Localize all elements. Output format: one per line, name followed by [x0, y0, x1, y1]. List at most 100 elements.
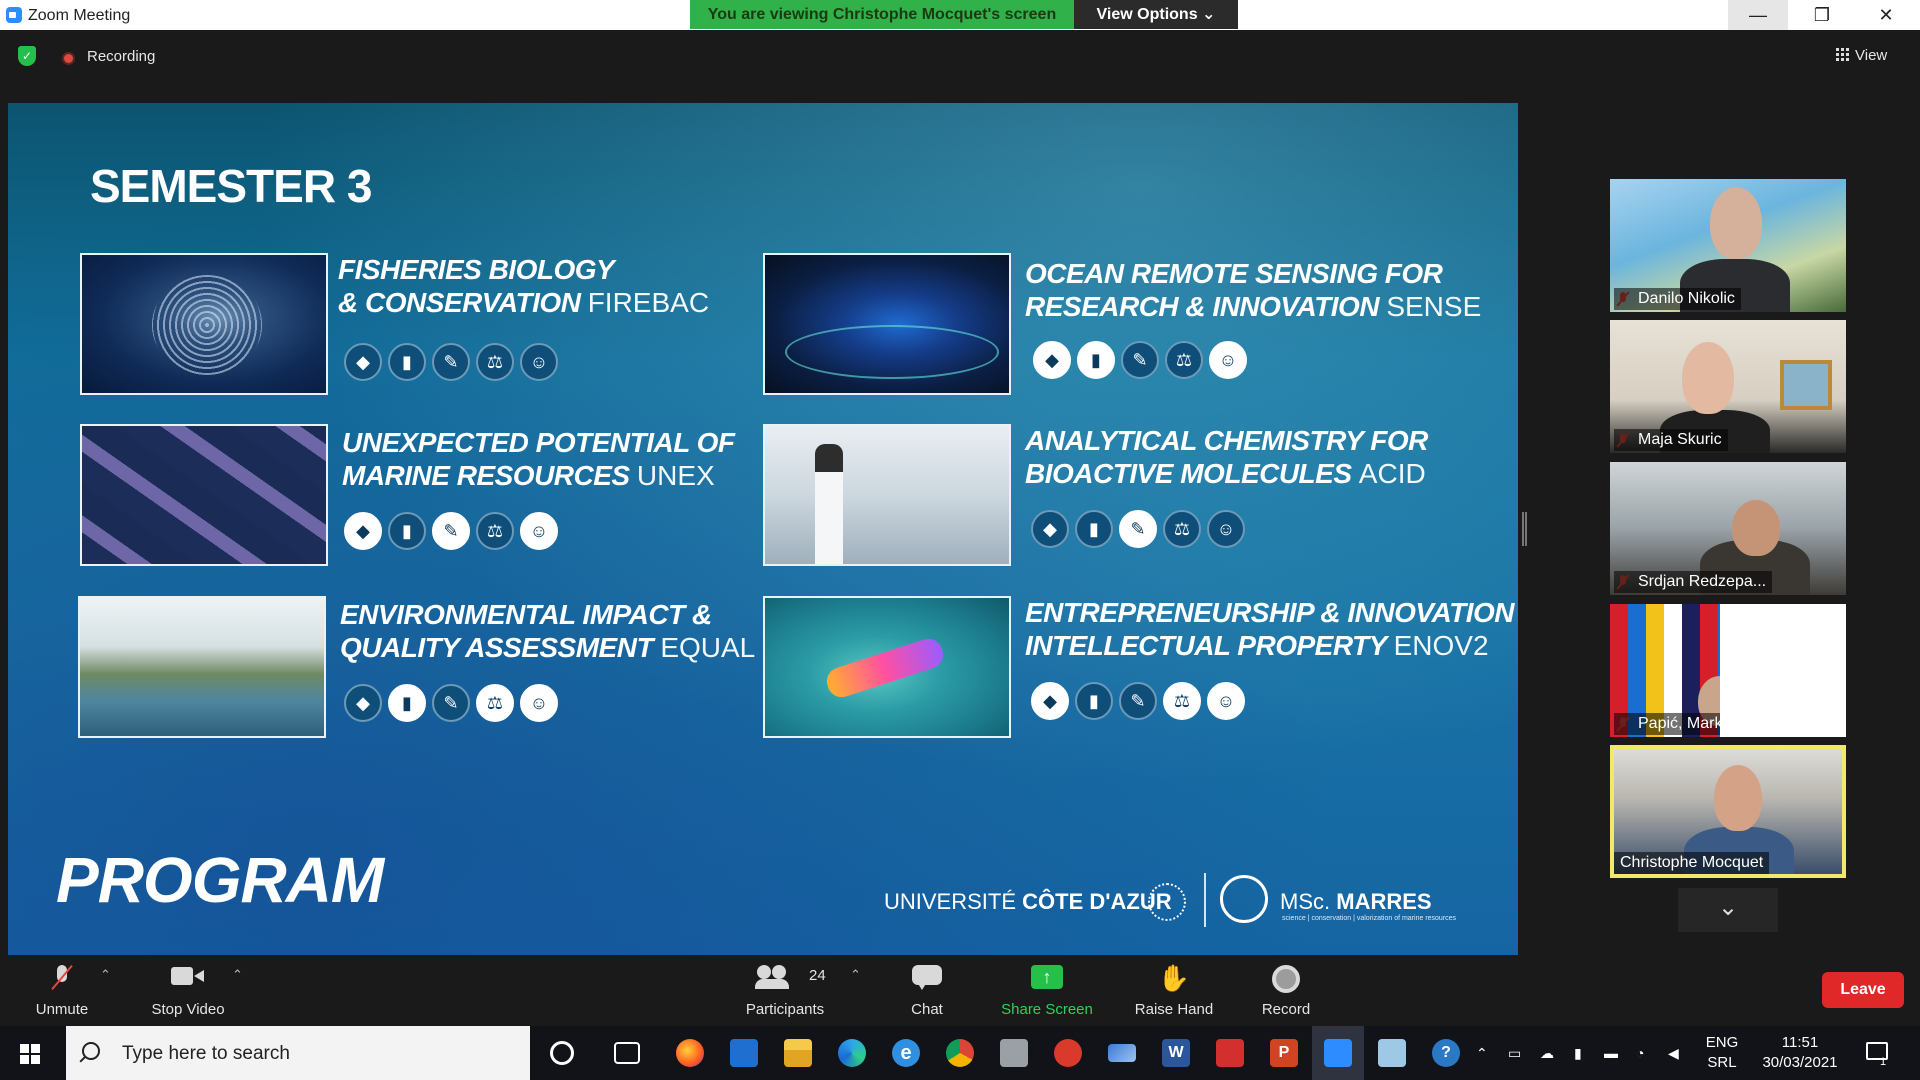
- video-options-chevron-icon[interactable]: ⌃: [232, 967, 243, 983]
- encryption-shield-icon[interactable]: ✓: [18, 46, 36, 66]
- view-options-button[interactable]: View Options ⌄: [1074, 0, 1238, 29]
- course-code: SENSE: [1386, 291, 1482, 322]
- video-camera-icon: [171, 965, 205, 985]
- firefox-icon[interactable]: [676, 1039, 704, 1067]
- shared-screen-slide: SEMESTER 3 FISHERIES BIOLOGY & CONSERVAT…: [8, 103, 1518, 955]
- microphone-muted-icon: [53, 965, 71, 991]
- gallery-scroll-down-icon[interactable]: ⌄: [1678, 888, 1778, 932]
- university-name: UNIVERSITÉ CÔTE D'AZUR: [884, 889, 1172, 914]
- restore-button[interactable]: ❐: [1792, 0, 1852, 30]
- chart-icon: ▮: [1075, 682, 1113, 720]
- window-title: Zoom Meeting: [28, 7, 131, 24]
- wifi-icon[interactable]: ◔: [1636, 1045, 1644, 1061]
- share-screen-button[interactable]: ↑ Share Screen: [992, 955, 1102, 1026]
- meeting-toolbar: Unmute ⌃ Stop Video ⌃ 24 Participants ⌃ …: [0, 955, 1920, 1026]
- clock[interactable]: 11:51 30/03/2021: [1752, 1033, 1848, 1073]
- fish-icon: ◆: [344, 684, 382, 722]
- raise-hand-button[interactable]: ✋ Raise Hand: [1126, 955, 1222, 1026]
- course-title: FISHERIES BIOLOGY & CONSERVATION FIREBAC: [338, 254, 710, 318]
- battery-icon[interactable]: ▬: [1604, 1045, 1618, 1061]
- microphone-tray-icon[interactable]: ▮: [1574, 1045, 1582, 1062]
- course-title: ENTREPRENEURSHIP & INNOVATION 2: INTELLE…: [1025, 597, 1518, 661]
- word-icon[interactable]: W: [1162, 1039, 1190, 1067]
- zoom-icon: [1324, 1039, 1352, 1067]
- course-image: [763, 424, 1011, 566]
- scales-icon: ⚖: [476, 343, 514, 381]
- slide-title: SEMESTER 3: [90, 160, 372, 212]
- network-app-icon[interactable]: [1108, 1044, 1136, 1062]
- leave-meeting-button[interactable]: Leave: [1822, 972, 1904, 1008]
- acrobat-icon[interactable]: [1216, 1039, 1244, 1067]
- course-title: OCEAN REMOTE SENSING FOR RESEARCH & INNO…: [1025, 258, 1482, 322]
- split-divider-handle[interactable]: [1522, 512, 1527, 546]
- cortana-icon[interactable]: [550, 1041, 574, 1065]
- participant-tile[interactable]: Danilo Nikolic: [1610, 179, 1846, 312]
- logo-divider: [1204, 873, 1206, 927]
- experiment-icon: ✎: [1119, 682, 1157, 720]
- msc-marres-name: MSc. MARRES: [1280, 889, 1432, 914]
- record-button[interactable]: Record: [1246, 955, 1326, 1026]
- course-badges: ◆ ▮ ✎ ⚖ ☺: [344, 512, 558, 550]
- minimize-button[interactable]: —: [1728, 0, 1788, 30]
- participant-tile[interactable]: Papić, Marko: [1610, 604, 1846, 737]
- search-placeholder: Type here to search: [122, 1043, 290, 1064]
- course-image: [78, 596, 326, 738]
- meeting-header: ✓ Recording View: [0, 30, 1920, 90]
- calculator-icon[interactable]: [1000, 1039, 1028, 1067]
- close-window-button[interactable]: ✕: [1856, 0, 1916, 30]
- course-code: UNEX: [636, 460, 715, 491]
- gallery-view-button[interactable]: View: [1836, 42, 1910, 70]
- taskbar-search-input[interactable]: Type here to search: [66, 1026, 530, 1080]
- outlook-icon[interactable]: [730, 1039, 758, 1067]
- powerpoint-icon[interactable]: P: [1270, 1039, 1298, 1067]
- participants-count: 24: [809, 967, 826, 984]
- language-indicator[interactable]: ENG SRL: [1700, 1033, 1744, 1073]
- course-image: [763, 596, 1011, 738]
- scales-icon: ⚖: [476, 684, 514, 722]
- participants-options-chevron-icon[interactable]: ⌃: [850, 967, 861, 983]
- internet-explorer-icon[interactable]: e: [892, 1039, 920, 1067]
- edge-icon[interactable]: [838, 1039, 866, 1067]
- people-icon: ☺: [1209, 341, 1247, 379]
- windows-taskbar: Type here to search e W P ? ⌃ ▭ ☁ ▮ ▬ ◔ …: [0, 1026, 1920, 1080]
- program-label: PROGRAM: [56, 844, 384, 916]
- participant-face: [1710, 187, 1762, 259]
- participant-name: Srdjan Redzepa...: [1614, 571, 1773, 593]
- share-screen-arrow-icon: ↑: [1031, 965, 1063, 989]
- app-icon[interactable]: [1054, 1039, 1082, 1067]
- volume-icon[interactable]: ◀: [1668, 1045, 1679, 1062]
- stop-video-button[interactable]: Stop Video: [140, 955, 236, 1026]
- chart-icon: ▮: [388, 684, 426, 722]
- recording-label[interactable]: Recording: [87, 48, 155, 65]
- scales-icon: ⚖: [1163, 682, 1201, 720]
- notepad-icon[interactable]: [1378, 1039, 1406, 1067]
- active-speaker-tile[interactable]: Christophe Mocquet: [1610, 745, 1846, 878]
- course-badges: ◆ ▮ ✎ ⚖ ☺: [1031, 510, 1245, 548]
- task-view-icon[interactable]: [614, 1042, 640, 1064]
- help-icon[interactable]: ?: [1432, 1039, 1460, 1067]
- participant-tile[interactable]: Maja Skuric: [1610, 320, 1846, 453]
- meet-now-icon[interactable]: ▭: [1508, 1045, 1521, 1062]
- unmute-button[interactable]: Unmute: [20, 955, 104, 1026]
- scales-icon: ⚖: [476, 512, 514, 550]
- windows-start-icon[interactable]: [20, 1044, 40, 1064]
- show-hidden-icons-chevron-icon[interactable]: ⌃: [1476, 1045, 1488, 1062]
- file-explorer-icon[interactable]: [784, 1039, 812, 1067]
- participant-face: [1714, 765, 1762, 831]
- chrome-icon[interactable]: [946, 1039, 974, 1067]
- participant-tile[interactable]: Srdjan Redzepa...: [1610, 462, 1846, 595]
- participant-face: [1682, 342, 1734, 414]
- marres-logo-icon: [1220, 875, 1268, 923]
- audio-options-chevron-icon[interactable]: ⌃: [100, 967, 111, 983]
- experiment-icon: ✎: [1119, 510, 1157, 548]
- course-title: ENVIRONMENTAL IMPACT & QUALITY ASSESSMEN…: [340, 599, 756, 663]
- fish-icon: ◆: [1031, 682, 1069, 720]
- onedrive-icon[interactable]: ☁: [1540, 1045, 1554, 1062]
- participants-button[interactable]: 24 Participants: [735, 955, 835, 1026]
- course-code: FIREBAC: [587, 287, 710, 318]
- window-titlebar: Zoom Meeting You are viewing Christophe …: [0, 0, 1920, 30]
- fish-icon: ◆: [344, 512, 382, 550]
- experiment-icon: ✎: [1121, 341, 1159, 379]
- grid-icon: [1836, 48, 1849, 61]
- chat-button[interactable]: Chat: [890, 955, 964, 1026]
